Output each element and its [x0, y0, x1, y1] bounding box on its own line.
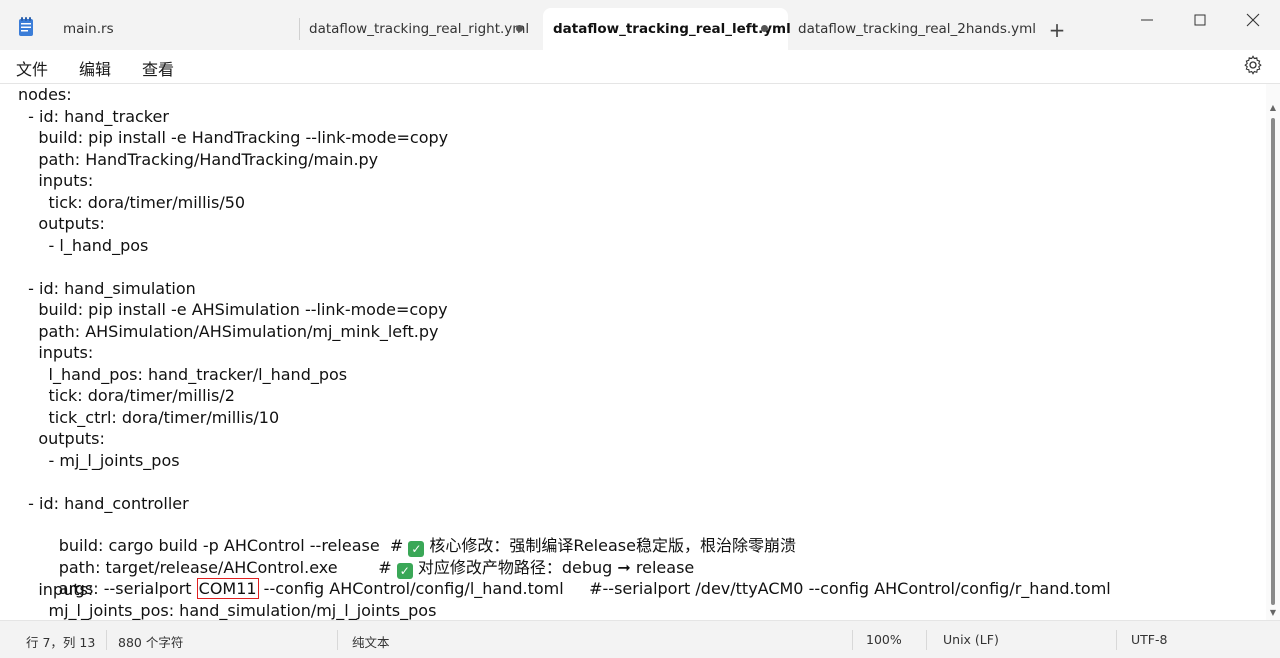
- divider: [106, 630, 107, 650]
- menu-view[interactable]: 查看: [142, 56, 174, 80]
- status-bar: 行 7，列 13 880 个字符 纯文本 100% Unix (LF) UTF-…: [0, 620, 1280, 658]
- tab-dataflow-right[interactable]: dataflow_tracking_real_right.yml: [300, 8, 543, 50]
- code-line: - id: hand_controller: [18, 493, 189, 513]
- code-line: - mj_l_joints_pos: [18, 450, 180, 470]
- code-line: build: pip install -e HandTracking --lin…: [18, 128, 449, 147]
- new-tab-button[interactable]: +: [1046, 20, 1068, 42]
- code-line: path: HandTracking/HandTracking/main.py: [18, 149, 379, 169]
- scroll-down-arrow-icon[interactable]: ▼: [1268, 609, 1278, 617]
- code-line: path: AHSimulation/AHSimulation/mj_mink_…: [18, 321, 439, 341]
- code-line: inputs:: [18, 343, 94, 362]
- tab-label: dataflow_tracking_real_left.yml: [553, 21, 791, 37]
- tab-dataflow-2hands[interactable]: dataflow_tracking_real_2hands.yml: [788, 8, 1037, 50]
- code-line: mj_l_joints_pos: hand_simulation/mj_l_jo…: [18, 601, 437, 620]
- code-line: outputs:: [18, 214, 105, 233]
- code-line: nodes:: [18, 85, 72, 104]
- divider: [1116, 630, 1117, 650]
- code-line-path: path: target/release/AHControl.exe # ✓ 对…: [18, 536, 694, 579]
- menu-bar: 文件 编辑 查看: [0, 50, 1280, 84]
- zoom-level[interactable]: 100%: [866, 632, 902, 647]
- code-line: inputs:: [18, 171, 94, 190]
- tab-main-rs[interactable]: main.rs: [50, 8, 300, 50]
- text-editor[interactable]: nodes: - id: hand_tracker build: pip ins…: [0, 84, 1266, 620]
- title-bar: main.rs dataflow_tracking_real_right.yml…: [0, 0, 1280, 50]
- code-line: tick_ctrl: dora/timer/millis/10: [18, 407, 280, 427]
- settings-gear-icon[interactable]: [1243, 55, 1263, 75]
- close-icon[interactable]: [1243, 10, 1263, 30]
- code-line: build: pip install -e AHSimulation --lin…: [18, 300, 448, 319]
- divider: [337, 630, 338, 650]
- code-line: inputs:: [18, 579, 94, 599]
- menu-edit[interactable]: 编辑: [79, 56, 111, 80]
- cursor-position: 行 7，列 13: [26, 635, 96, 650]
- divider: [852, 630, 853, 650]
- menu-file[interactable]: 文件: [16, 56, 48, 80]
- text-format[interactable]: 纯文本: [352, 632, 390, 651]
- code-text: --config AHControl/config/l_hand.toml #-…: [258, 579, 1111, 598]
- tab-label: dataflow_tracking_real_2hands.yml: [798, 21, 1037, 37]
- code-line: - id: hand_simulation: [18, 278, 196, 298]
- character-count: 880 个字符: [118, 635, 184, 650]
- code-line: tick: dora/timer/millis/2: [18, 386, 235, 405]
- scrollbar-thumb[interactable]: [1271, 118, 1275, 605]
- tab-label: dataflow_tracking_real_right.yml: [309, 21, 530, 37]
- minimize-icon[interactable]: [1137, 10, 1157, 30]
- code-line: - l_hand_pos: [18, 235, 149, 255]
- maximize-icon[interactable]: [1190, 10, 1210, 30]
- scroll-up-arrow-icon[interactable]: ▲: [1268, 104, 1278, 112]
- code-line-build: build: cargo build -p AHControl --releas…: [18, 514, 796, 557]
- code-line-args: args: --serialport COM11 --config AHCont…: [18, 557, 1111, 599]
- notepad-app-icon: [19, 17, 33, 36]
- code-line: outputs:: [18, 429, 105, 448]
- tab-dataflow-left[interactable]: dataflow_tracking_real_left.yml: [543, 8, 791, 50]
- line-ending[interactable]: Unix (LF): [943, 632, 999, 647]
- encoding[interactable]: UTF-8: [1131, 632, 1167, 647]
- highlighted-com-port: COM11: [196, 578, 259, 599]
- code-line: l_hand_pos: hand_tracker/l_hand_pos: [18, 364, 348, 384]
- unsaved-dot-icon[interactable]: [761, 25, 768, 32]
- unsaved-dot-icon[interactable]: [516, 25, 523, 32]
- divider: [926, 630, 927, 650]
- code-line: - id: hand_tracker: [18, 106, 169, 126]
- code-line: tick: dora/timer/millis/50: [18, 192, 246, 212]
- tab-label: main.rs: [63, 21, 114, 37]
